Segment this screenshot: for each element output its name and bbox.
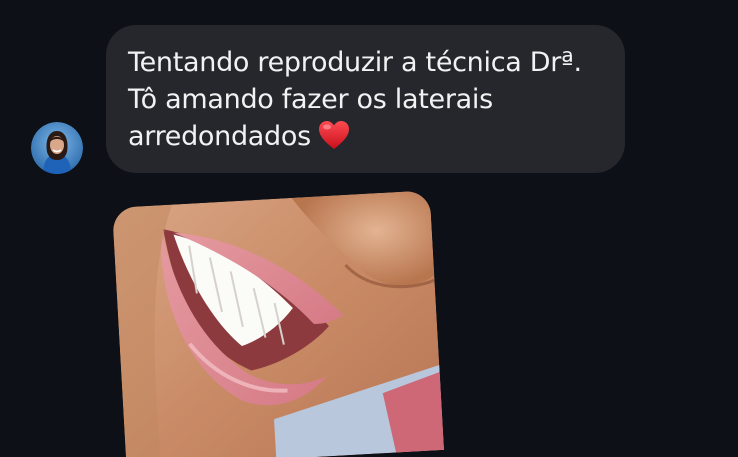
- avatar-image: [31, 122, 83, 174]
- message-bubble[interactable]: Tentando reproduzir a técnica Drª. Tô am…: [106, 25, 625, 173]
- avatar[interactable]: [31, 122, 83, 174]
- chat-thread: Tentando reproduzir a técnica Drª. Tô am…: [0, 0, 738, 457]
- photo-image: [112, 190, 445, 457]
- red-heart-icon: [317, 119, 351, 151]
- message-text: Tentando reproduzir a técnica Drª. Tô am…: [128, 47, 582, 152]
- smile-closeup-photo[interactable]: [112, 190, 445, 457]
